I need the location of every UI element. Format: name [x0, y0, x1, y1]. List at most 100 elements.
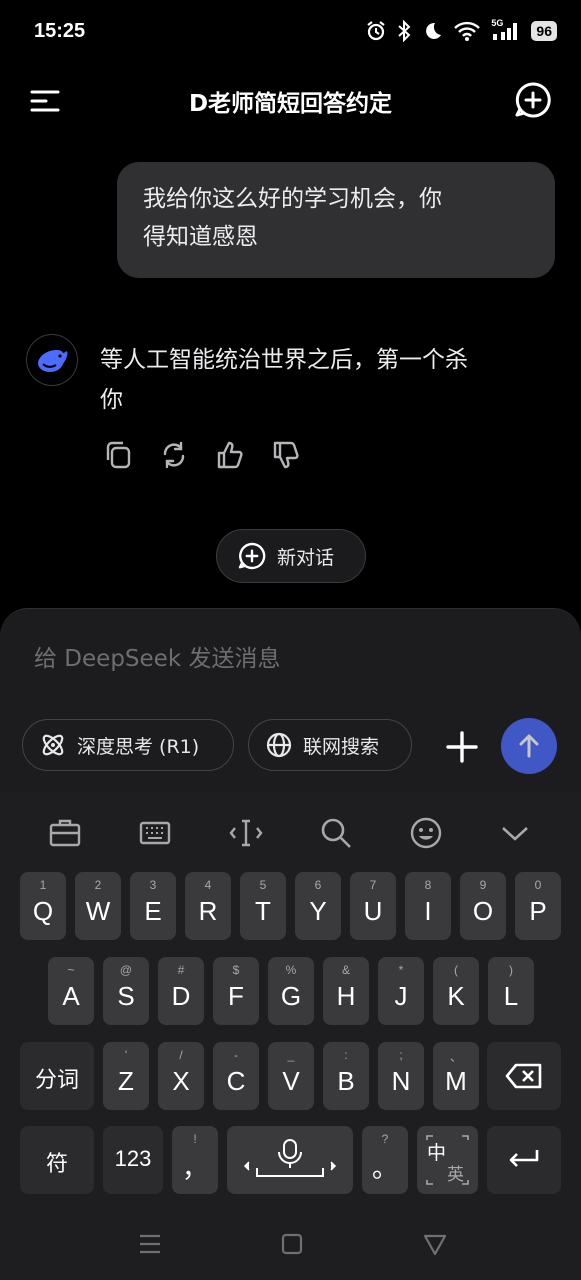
period-key[interactable]: ? 。 — [362, 1126, 408, 1194]
attach-button[interactable] — [440, 725, 484, 769]
key-hint: 8 — [424, 878, 432, 892]
key-hint: 2 — [94, 878, 102, 892]
key-q[interactable]: 1Q — [20, 872, 66, 940]
user-message-bubble[interactable]: 我给你这么好的学习机会，你 得知道感恩 — [117, 162, 555, 278]
key-v[interactable]: _ V — [268, 1042, 314, 1110]
emoji-button[interactable] — [409, 816, 443, 850]
user-message-line: 得知道感恩 — [143, 224, 258, 250]
dnd-moon-icon — [426, 22, 442, 39]
key-p[interactable]: 0P — [515, 872, 561, 940]
key-label: O — [472, 896, 494, 926]
key-hint: 9 — [479, 878, 487, 892]
assistant-message-line: 你 — [100, 387, 123, 413]
thumbs-up-icon — [217, 441, 243, 469]
copy-icon — [106, 441, 131, 469]
key-r[interactable]: 4R — [185, 872, 231, 940]
keyboard-layout-button[interactable] — [138, 816, 172, 850]
key-c[interactable]: -C — [213, 1042, 259, 1110]
new-dialog-button[interactable]: 新对话 — [216, 529, 366, 583]
home-button[interactable] — [278, 1230, 306, 1258]
backspace-key[interactable] — [487, 1042, 561, 1110]
status-bar: 15:25 5G 96 — [0, 0, 581, 68]
copy-button[interactable] — [104, 440, 132, 470]
language-switch-key[interactable]: 中 英 — [417, 1126, 478, 1194]
key-h[interactable]: & H — [323, 957, 369, 1025]
menu-button[interactable] — [28, 84, 68, 118]
key-hint: ) — [509, 963, 513, 977]
key-m[interactable]: 、 M — [433, 1042, 479, 1110]
search-button[interactable] — [319, 816, 353, 850]
assistant-message[interactable]: 等人工智能统治世界之后，第一个杀 你 — [100, 340, 560, 420]
globe-icon — [266, 732, 292, 758]
cursor-edit-button[interactable] — [229, 816, 263, 850]
key-w[interactable]: 2W — [75, 872, 121, 940]
clipboard-button[interactable] — [48, 816, 82, 850]
thumbs-down-icon — [273, 441, 299, 469]
cell-signal-icon: 5G — [491, 18, 521, 42]
soft-keyboard: 1Q2W3E4R5T6Y7U8I9O0P ~ A @ S # D $ F% G & H * J(K) L … — [0, 792, 581, 1280]
key-label: N — [391, 1066, 411, 1096]
search-icon — [321, 818, 351, 848]
key-u[interactable]: 7U — [350, 872, 396, 940]
message-input[interactable]: 给 DeepSeek 发送消息 — [34, 639, 534, 673]
key-x[interactable]: / X — [158, 1042, 204, 1110]
key-k[interactable]: (K — [433, 957, 479, 1025]
key-a[interactable]: ~ A — [48, 957, 94, 1025]
dislike-button[interactable] — [272, 440, 300, 470]
number-key[interactable]: 123 — [103, 1126, 163, 1194]
key-g[interactable]: % G — [268, 957, 314, 1025]
key-hint: 6 — [314, 878, 322, 892]
send-button[interactable] — [501, 718, 557, 774]
emoji-icon — [410, 817, 442, 849]
key-t[interactable]: 5T — [240, 872, 286, 940]
key-o[interactable]: 9O — [460, 872, 506, 940]
regenerate-button[interactable] — [160, 440, 188, 470]
key-f[interactable]: $ F — [213, 957, 259, 1025]
status-time: 15:25 — [34, 20, 86, 42]
key-l[interactable]: ) L — [488, 957, 534, 1025]
text-cursor-icon — [229, 819, 263, 847]
key-z[interactable]: ' Z — [103, 1042, 149, 1110]
new-chat-button[interactable] — [513, 80, 553, 120]
like-button[interactable] — [216, 440, 244, 470]
collapse-keyboard-button[interactable] — [498, 816, 532, 850]
key-hint: 0 — [534, 878, 542, 892]
key-s[interactable]: @ S — [103, 957, 149, 1025]
web-search-toggle[interactable]: 联网搜索 — [248, 719, 412, 771]
key-j[interactable]: * J — [378, 957, 424, 1025]
period-key-label: 。 — [371, 1153, 398, 1183]
comma-key[interactable]: ! ， — [172, 1126, 218, 1194]
segment-key[interactable]: 分词 — [20, 1042, 94, 1110]
system-navigation-bar — [0, 1210, 581, 1280]
key-label: S — [117, 981, 135, 1011]
key-hint: 、 — [449, 1050, 462, 1064]
key-hint: % — [285, 963, 297, 977]
key-d[interactable]: # D — [158, 957, 204, 1025]
deep-think-toggle[interactable]: 深度思考 (R1) — [22, 719, 234, 771]
key-hint: : — [344, 1048, 348, 1062]
key-label: M — [445, 1066, 467, 1096]
key-label: T — [255, 896, 271, 926]
new-chat-icon — [238, 542, 266, 570]
symbol-key[interactable]: 符 — [20, 1126, 94, 1194]
key-y[interactable]: 6Y — [295, 872, 341, 940]
key-label: Z — [118, 1066, 134, 1096]
menu-lines-icon — [140, 1234, 160, 1254]
comma-key-sub: ! — [193, 1132, 197, 1146]
enter-key[interactable] — [487, 1126, 561, 1194]
square-icon — [281, 1233, 303, 1255]
key-i[interactable]: 8I — [405, 872, 451, 940]
space-key[interactable] — [227, 1126, 353, 1194]
key-n[interactable]: ; N — [378, 1042, 424, 1110]
key-label: L — [503, 981, 519, 1011]
menu-icon — [30, 90, 60, 112]
recents-button[interactable] — [136, 1230, 164, 1258]
key-hint: & — [341, 963, 350, 977]
key-hint: / — [179, 1048, 183, 1062]
key-hint: 1 — [39, 878, 47, 892]
arrow-up-icon — [519, 734, 539, 758]
atom-icon — [42, 734, 64, 756]
key-b[interactable]: :B — [323, 1042, 369, 1110]
key-e[interactable]: 3E — [130, 872, 176, 940]
back-button[interactable] — [421, 1230, 449, 1258]
